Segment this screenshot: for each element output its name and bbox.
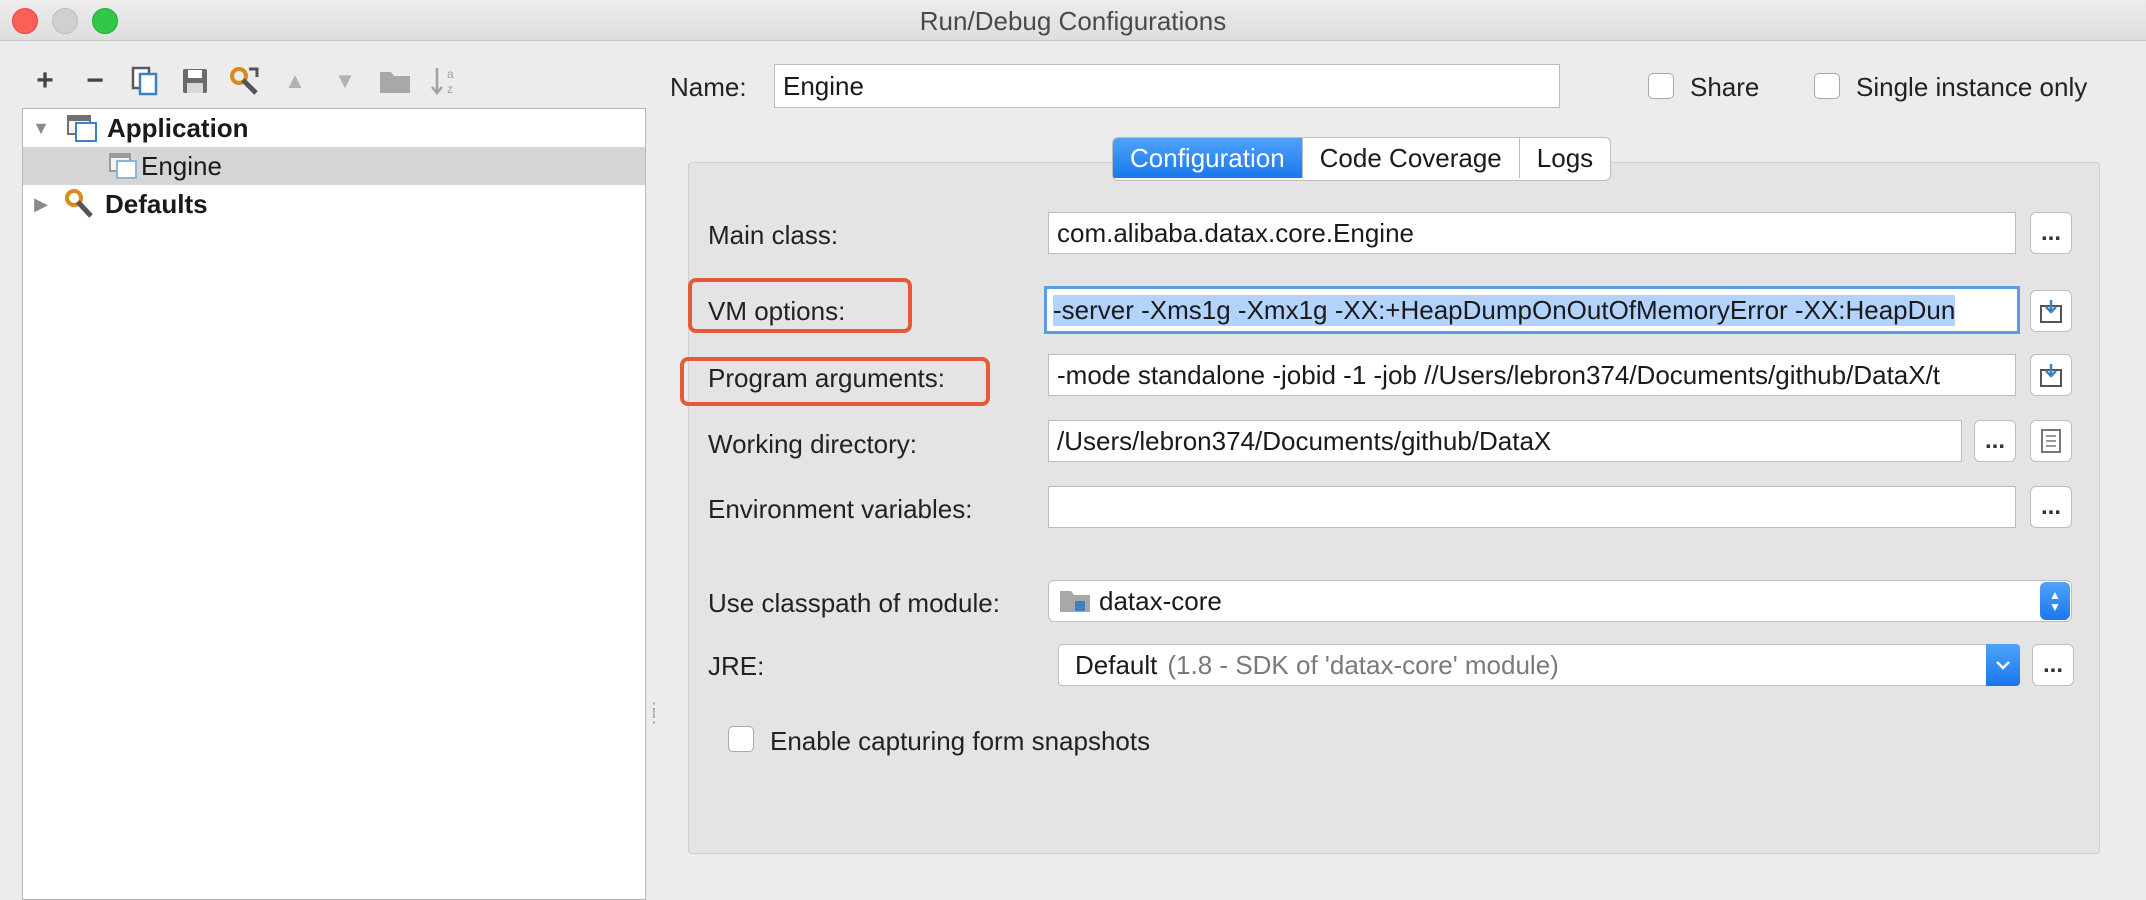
copy-icon [131, 66, 158, 96]
defaults-wrench-icon [65, 189, 93, 218]
document-icon [2041, 429, 2061, 453]
tab-code-coverage[interactable]: Code Coverage [1303, 138, 1520, 178]
tree-item-application[interactable]: ▼ Application [23, 109, 645, 147]
environment-variables-input[interactable] [1048, 486, 2016, 528]
classpath-module-value: datax-core [1099, 585, 1222, 616]
environment-variables-edit-button[interactable]: ... [2030, 486, 2072, 528]
arrow-down-icon: ▼ [334, 68, 356, 93]
chevron-down-icon [1996, 661, 2010, 670]
expanded-triangle-icon[interactable]: ▼ [27, 118, 55, 139]
working-directory-input[interactable]: /Users/lebron374/Documents/github/DataX [1048, 420, 1962, 462]
expand-field-icon [2040, 300, 2062, 323]
svg-text:a: a [447, 67, 454, 81]
vm-options-expand-button[interactable] [2030, 290, 2072, 332]
vm-options-label: VM options: [708, 296, 846, 326]
tree-item-defaults[interactable]: ▶ Defaults [23, 185, 645, 223]
svg-text:z: z [447, 82, 453, 96]
classpath-module-select[interactable]: datax-core [1048, 580, 2072, 622]
program-arguments-label: Program arguments: [708, 363, 945, 393]
tree-label: Defaults [105, 188, 208, 219]
edit-defaults-button[interactable] [226, 62, 264, 100]
program-arguments-input[interactable]: -mode standalone -jobid -1 -job //Users/… [1048, 354, 2016, 396]
working-directory-label: Working directory: [708, 429, 918, 459]
expand-field-icon [2040, 364, 2062, 387]
working-directory-browse-button[interactable]: ... [1974, 420, 2016, 462]
collapsed-triangle-icon[interactable]: ▶ [27, 194, 55, 215]
enable-snapshots-label[interactable]: Enable capturing form snapshots [770, 726, 1150, 757]
single-instance-label[interactable]: Single instance only [1856, 72, 2087, 103]
vm-options-input[interactable]: -server -Xms1g -Xmx1g -XX:+HeapDumpOnOut… [1044, 286, 2020, 334]
enable-snapshots-checkbox[interactable] [728, 726, 754, 752]
name-input[interactable]: Engine [774, 64, 1560, 108]
application-icon [67, 115, 97, 142]
create-folder-button[interactable] [376, 62, 414, 100]
tab-configuration[interactable]: Configuration [1113, 138, 1303, 178]
move-down-button[interactable]: ▼ [326, 62, 364, 100]
configuration-tree[interactable]: ▼ Application Engine ▶ Defaults [22, 108, 646, 900]
plus-icon: + [36, 64, 54, 97]
share-label[interactable]: Share [1690, 72, 1759, 103]
tree-item-engine[interactable]: Engine [23, 147, 645, 185]
jre-browse-button[interactable]: ... [2032, 644, 2074, 686]
copy-configuration-button[interactable] [126, 62, 164, 100]
classpath-module-label: Use classpath of module: [708, 588, 1000, 618]
minus-icon: − [86, 64, 104, 97]
jre-dropdown-button[interactable] [1986, 644, 2020, 686]
move-up-button[interactable]: ▲ [276, 62, 314, 100]
name-label: Name: [670, 72, 747, 102]
tree-label: Engine [141, 150, 222, 181]
add-configuration-button[interactable]: + [26, 62, 64, 100]
module-folder-icon [1060, 591, 1090, 612]
jre-label: JRE: [708, 651, 765, 681]
save-configuration-button[interactable] [176, 62, 214, 100]
vm-options-text: -server -Xms1g -Xmx1g -XX:+HeapDumpOnOut… [1053, 294, 1956, 326]
jre-value: Default [1075, 649, 1158, 680]
environment-variables-label: Environment variables: [708, 494, 973, 524]
jre-select[interactable]: Default (1.8 - SDK of 'datax-core' modul… [1058, 644, 2020, 686]
tree-label: Application [107, 112, 249, 143]
sort-button[interactable]: az [426, 62, 464, 100]
application-icon [109, 153, 137, 179]
window-title: Run/Debug Configurations [919, 6, 1227, 36]
folder-icon [380, 72, 410, 93]
tab-logs[interactable]: Logs [1520, 138, 1610, 178]
tab-bar: Configuration Code Coverage Logs [1112, 137, 1612, 181]
working-directory-macros-button[interactable] [2030, 420, 2072, 462]
classpath-module-dropdown-arrows[interactable]: ▲ ▼ [2040, 582, 2070, 620]
jre-detail: (1.8 - SDK of 'datax-core' module) [1167, 649, 1559, 680]
arrow-up-icon: ▲ [284, 68, 306, 93]
program-arguments-expand-button[interactable] [2030, 354, 2072, 396]
share-checkbox[interactable] [1648, 73, 1674, 99]
remove-configuration-button[interactable]: − [76, 62, 114, 100]
chevron-down-icon: ▼ [2049, 600, 2061, 614]
main-class-label: Main class: [708, 220, 839, 250]
main-class-browse-button[interactable]: ... [2030, 212, 2072, 254]
main-class-input[interactable]: com.alibaba.datax.core.Engine [1048, 212, 2016, 254]
splitter-handle[interactable]: ⋮ ⋮ [646, 702, 662, 736]
save-icon [183, 69, 207, 93]
wrench-icon [230, 67, 259, 95]
single-instance-checkbox[interactable] [1814, 73, 1840, 99]
sort-alphabetical-icon: az [431, 67, 454, 96]
